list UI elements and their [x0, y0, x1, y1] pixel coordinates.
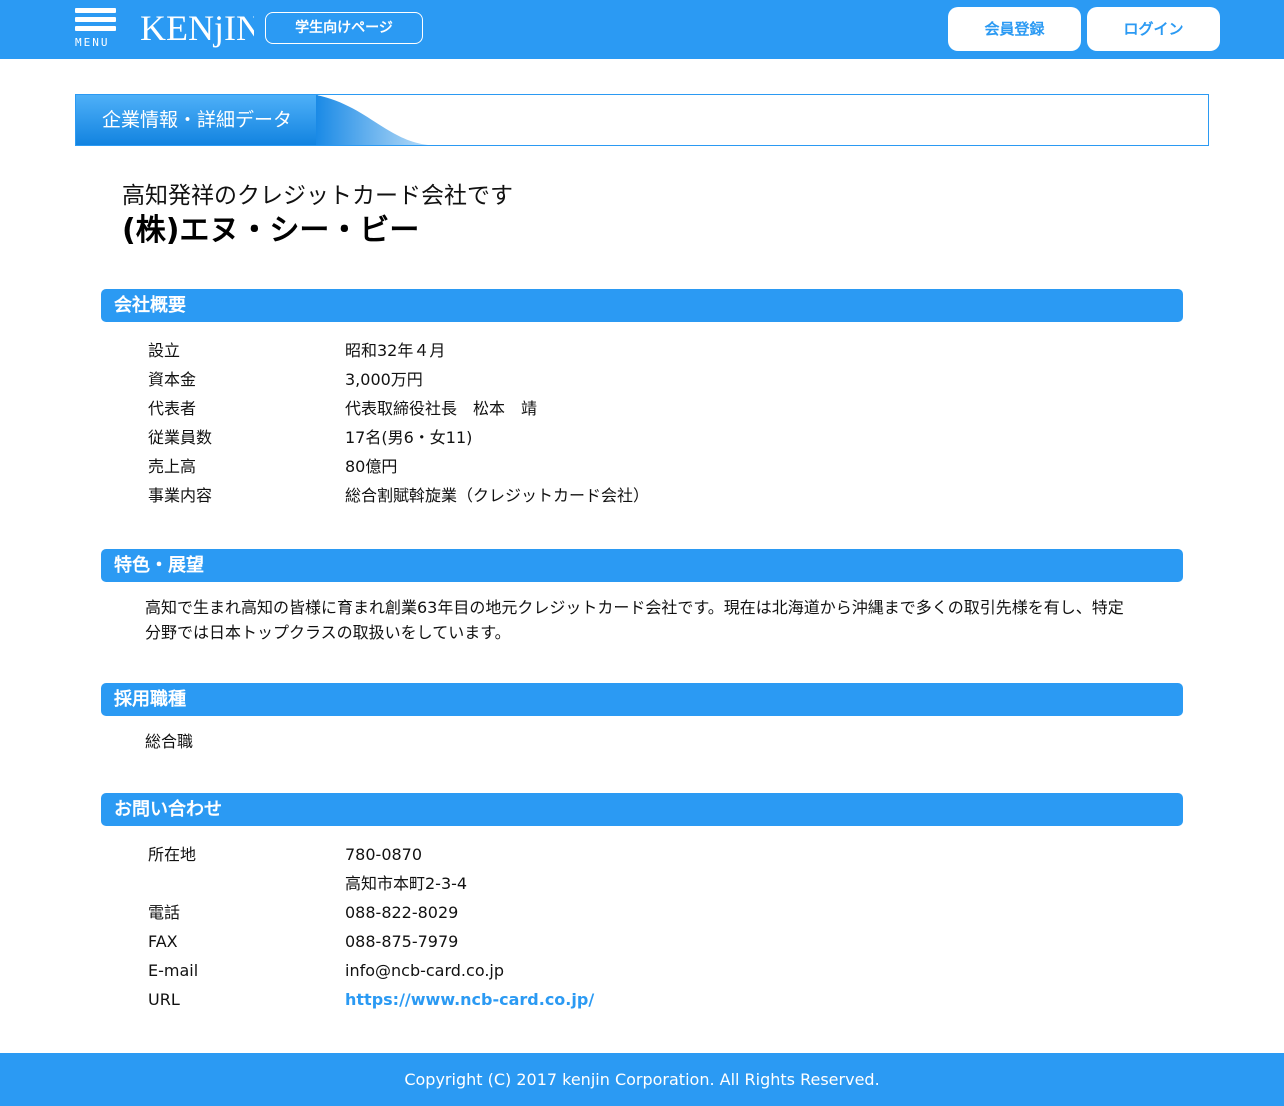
row-label: E-mail: [148, 961, 199, 980]
features-text: 高知で生まれ高知の皆様に育まれ創業63年目の地元クレジットカード会社です。現在は…: [145, 598, 1124, 642]
row-value: info@ncb-card.co.jp: [345, 961, 505, 980]
row-label: 代表者: [148, 399, 197, 418]
kenjin-logo[interactable]: KENjIN: [140, 4, 254, 54]
company-tagline: 高知発祥のクレジットカード会社です: [122, 183, 513, 209]
logo-text: KENjIN: [140, 8, 254, 48]
section-header-overview: 会社概要: [101, 289, 1183, 322]
row-value: 総合割賦斡旋業（クレジットカード会社）: [345, 486, 650, 505]
site-header: MENU KENjIN 学生向けページ 会員登録 ログイン: [0, 0, 1284, 59]
row-label: 所在地: [148, 845, 197, 864]
row-value: 高知市本町2-3-4: [345, 874, 468, 893]
row-value: 昭和32年４月: [345, 341, 446, 360]
row-label: FAX: [148, 932, 178, 951]
menu-icon-bar: [75, 8, 116, 13]
copyright-text: Copyright (C) 2017 kenjin Corporation. A…: [404, 1070, 880, 1089]
row-value: 80億円: [345, 457, 398, 476]
row-label: URL: [148, 990, 180, 1009]
recruitment-text: 総合職: [145, 732, 194, 751]
student-page-button[interactable]: 学生向けページ: [265, 12, 423, 44]
section-title: 採用職種: [114, 689, 186, 710]
company-name: (株)エヌ・シー・ビー: [122, 213, 420, 248]
section-header-contact: お問い合わせ: [101, 793, 1183, 826]
row-label: 資本金: [148, 370, 197, 389]
row-label: 売上高: [148, 457, 197, 476]
menu-button[interactable]: MENU: [75, 8, 116, 50]
row-label: 事業内容: [148, 486, 213, 505]
section-title: 特色・展望: [114, 555, 204, 576]
row-value: 088-822-8029: [345, 903, 459, 922]
register-button[interactable]: 会員登録: [948, 7, 1081, 51]
row-value: 17名(男6・女11): [345, 428, 473, 447]
website-link[interactable]: https://www.ncb-card.co.jp/: [345, 985, 594, 1014]
menu-icon-bar: [75, 17, 116, 22]
section-title: お問い合わせ: [114, 799, 222, 820]
row-value: 3,000万円: [345, 370, 423, 389]
section-title: 会社概要: [114, 295, 186, 316]
menu-icon-bar: [75, 26, 116, 31]
page-banner: 企業情報・詳細データ: [75, 94, 1209, 146]
row-label: 電話: [148, 903, 181, 922]
site-footer: Copyright (C) 2017 kenjin Corporation. A…: [0, 1053, 1284, 1106]
section-header-features: 特色・展望: [101, 549, 1183, 582]
row-label: 従業員数: [148, 428, 213, 447]
page-title: 企業情報・詳細データ: [102, 109, 293, 131]
menu-label: MENU: [75, 36, 110, 49]
row-value: 088-875-7979: [345, 932, 459, 951]
row-value: 780-0870: [345, 845, 423, 864]
section-header-recruitment: 採用職種: [101, 683, 1183, 716]
row-value: 代表取締役社長 松本 靖: [345, 399, 538, 418]
login-button[interactable]: ログイン: [1087, 7, 1220, 51]
row-label: 設立: [148, 341, 181, 360]
